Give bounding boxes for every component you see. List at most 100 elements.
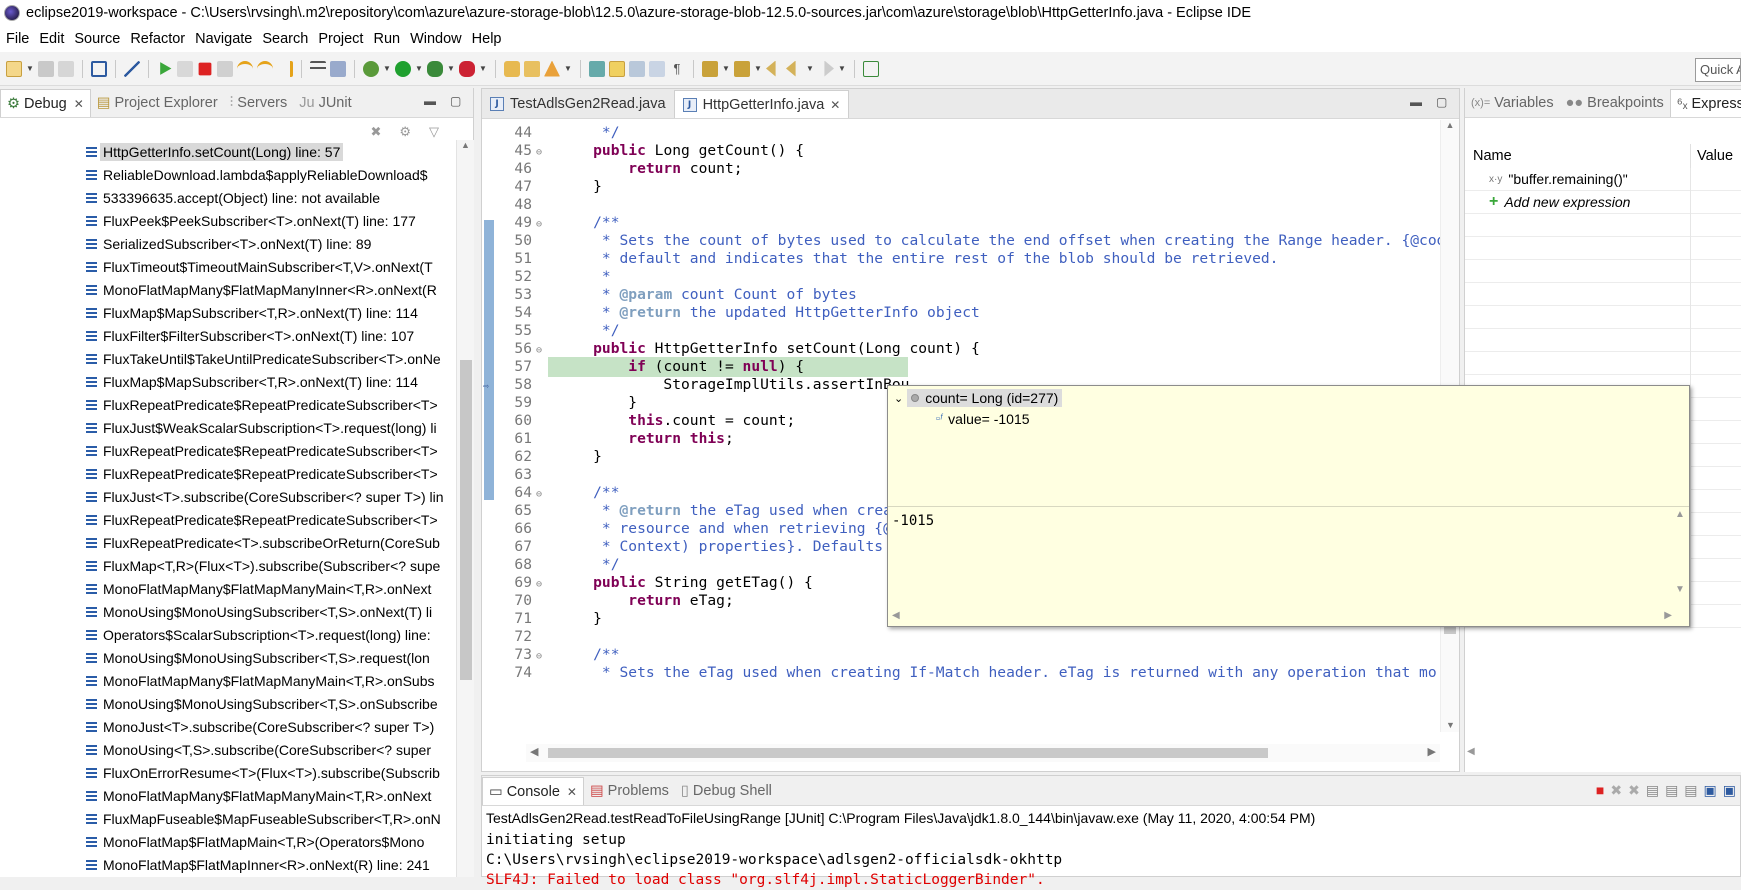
tab-junit[interactable]: Ju JUnit xyxy=(293,89,357,117)
scrollbar-thumb[interactable] xyxy=(460,360,472,680)
stack-frame[interactable]: FluxMap$MapSubscriber<T,R>.onNext(T) lin… xyxy=(0,370,455,393)
drop-to-frame-icon[interactable] xyxy=(330,60,346,77)
code-line[interactable]: 74 * Sets the eTag used when creating If… xyxy=(494,663,1440,683)
coverage-icon[interactable] xyxy=(427,60,443,77)
add-expression-row[interactable]: + Add new expression xyxy=(1465,190,1741,214)
remove-all-terminated-icon[interactable]: ✖ xyxy=(1628,782,1640,799)
code-line[interactable]: 51 * default and indicates that the enti… xyxy=(494,249,1440,269)
scroll-down-icon[interactable]: ▼ xyxy=(1673,584,1687,595)
code-line[interactable]: 56 ⊖ public HttpGetterInfo setCount(Long … xyxy=(494,339,1440,359)
code-line[interactable]: 53 * @param count Count of bytes xyxy=(494,285,1440,305)
code-line[interactable]: 72 xyxy=(494,627,1440,647)
tab-servers[interactable]: ⫶ Servers xyxy=(224,89,294,117)
quick-access-input[interactable]: Quick Access xyxy=(1695,58,1741,82)
menu-refactor[interactable]: Refactor xyxy=(128,31,193,47)
maximize-icon[interactable]: ▢ xyxy=(1436,95,1447,109)
debug-icon[interactable] xyxy=(363,60,379,77)
stack-frame[interactable]: MonoFlatMap$FlatMapInner<R>.onNext(R) li… xyxy=(0,853,455,876)
stack-frame[interactable]: FluxMap$MapSubscriber<T,R>.onNext(T) lin… xyxy=(0,301,455,324)
hover-child-node[interactable]: ▫ᶠ value= -1015 xyxy=(936,411,1030,427)
pin-console-icon[interactable]: ▣ xyxy=(1704,782,1717,799)
menu-search[interactable]: Search xyxy=(260,31,316,47)
clear-console-icon[interactable]: ▤ xyxy=(1646,782,1659,799)
scroll-left-icon[interactable]: ◀ xyxy=(1467,746,1475,757)
menu-run[interactable]: Run xyxy=(371,31,408,47)
menu-navigate[interactable]: Navigate xyxy=(193,31,260,47)
stack-frame[interactable]: MonoFlatMapMany$FlatMapManyMain<T,R>.onS… xyxy=(0,669,455,692)
stack-frame[interactable]: MonoFlatMapMany$FlatMapManyMain<T,R>.onN… xyxy=(0,784,455,807)
code-line[interactable]: 46 return count; xyxy=(494,159,1440,179)
stack-frame[interactable]: MonoUsing$MonoUsingSubscriber<T,S>.onNex… xyxy=(0,600,455,623)
chevron-down-icon[interactable]: ▼ xyxy=(383,64,391,73)
next-annotation-icon[interactable] xyxy=(702,60,718,77)
stack-frame[interactable]: FluxMapFuseable$MapFuseableSubscriber<T,… xyxy=(0,807,455,830)
chevron-down-icon[interactable]: ▼ xyxy=(754,64,762,73)
code-line[interactable]: 50 * Sets the count of bytes used to cal… xyxy=(494,231,1440,251)
scroll-left-icon[interactable]: ◀ xyxy=(530,745,538,758)
scroll-right-icon[interactable]: ▶ xyxy=(1664,610,1672,624)
code-line[interactable]: 73 ⊖ /** xyxy=(494,645,1440,665)
scroll-right-icon[interactable]: ▶ xyxy=(1428,745,1436,758)
step-over-icon[interactable] xyxy=(257,60,273,77)
detail-horizontal-scrollbar[interactable]: ◀ ▶ xyxy=(892,610,1672,624)
stack-frame[interactable]: FluxRepeatPredicate$RepeatPredicateSubsc… xyxy=(0,462,455,485)
search-icon[interactable] xyxy=(544,60,560,77)
scroll-lock-icon[interactable]: ▤ xyxy=(1665,782,1678,799)
stack-frame[interactable]: MonoUsing<T,S>.subscribe(CoreSubscriber<… xyxy=(0,738,455,761)
view-menu-icon[interactable]: ▽ xyxy=(429,124,439,140)
chevron-down-icon[interactable]: ⌄ xyxy=(894,392,903,405)
menu-help[interactable]: Help xyxy=(470,31,510,47)
collapse-icon[interactable]: ⚙ xyxy=(399,124,411,140)
code-line[interactable]: 52 * xyxy=(494,267,1440,287)
code-line[interactable]: 57 if (count != null) { xyxy=(494,357,1440,377)
column-value[interactable]: Value xyxy=(1691,144,1733,168)
suspend-icon[interactable] xyxy=(177,60,193,77)
code-line[interactable]: 54 * @return the updated HttpGetterInfo … xyxy=(494,303,1440,323)
open-folder-icon[interactable] xyxy=(524,60,540,77)
chevron-down-icon[interactable]: ▼ xyxy=(447,64,455,73)
step-into-icon[interactable] xyxy=(237,60,253,77)
tab-expressions[interactable]: ⁶ₓ Expressions xyxy=(1669,89,1741,117)
back-icon[interactable] xyxy=(786,60,796,77)
stack-frame[interactable]: MonoFlatMapMany$FlatMapManyInner<R>.onNe… xyxy=(0,278,455,301)
tab-project-explorer[interactable]: ▤ Project Explorer xyxy=(91,89,224,117)
scroll-left-icon[interactable]: ◀ xyxy=(892,610,900,624)
minimize-icon[interactable]: ▬ xyxy=(1410,95,1422,109)
menu-project[interactable]: Project xyxy=(316,31,371,47)
close-icon[interactable]: ✕ xyxy=(567,785,577,799)
stack-frame[interactable]: FluxJust$WeakScalarSubscription<T>.reque… xyxy=(0,416,455,439)
stack-frame[interactable]: FluxTimeout$TimeoutMainSubscriber<T,V>.o… xyxy=(0,255,455,278)
forward-icon[interactable] xyxy=(824,60,834,77)
detail-vertical-scrollbar[interactable]: ▲ ▼ xyxy=(1673,509,1687,601)
tab-variables[interactable]: (x)= Variables xyxy=(1465,89,1560,117)
code-line[interactable]: 44 */ xyxy=(494,123,1440,143)
chevron-down-icon[interactable]: ▼ xyxy=(722,64,730,73)
tab-httpgetterinfo[interactable]: J HttpGetterInfo.java ✕ xyxy=(673,90,850,118)
scroll-down-icon[interactable]: ▼ xyxy=(1441,720,1460,730)
chevron-down-icon[interactable]: ▼ xyxy=(415,64,423,73)
stack-frame[interactable]: FluxRepeatPredicate$RepeatPredicateSubsc… xyxy=(0,439,455,462)
hover-root-node[interactable]: ⌄ count= Long (id=277) xyxy=(894,388,1063,408)
tab-problems[interactable]: ▤ Problems xyxy=(584,777,675,805)
tab-console[interactable]: ▭ Console ✕ xyxy=(482,777,584,805)
tab-testadlsgen2read[interactable]: J TestAdlsGen2Read.java xyxy=(482,90,674,118)
code-line[interactable]: 48 xyxy=(494,195,1440,215)
hover-detail-pane[interactable]: -1015 ▲ ▼ ◀ ▶ xyxy=(888,506,1689,626)
code-line[interactable]: 45 ⊖ public Long getCount() { xyxy=(494,141,1440,161)
expression-row[interactable]: x·y "buffer.remaining()" xyxy=(1465,167,1741,191)
terminate-icon[interactable] xyxy=(198,62,212,75)
show-whitespace-icon[interactable]: ¶ xyxy=(669,61,685,77)
chevron-down-icon[interactable]: ▼ xyxy=(564,64,572,73)
stack-frame[interactable]: MonoFlatMapMany$FlatMapManyMain<T,R>.onN… xyxy=(0,577,455,600)
resume-icon[interactable] xyxy=(160,62,172,75)
close-icon[interactable]: ✕ xyxy=(830,98,840,112)
terminate-icon[interactable]: ■ xyxy=(1596,782,1604,799)
chevron-down-icon[interactable]: ▼ xyxy=(26,64,34,73)
scroll-up-icon[interactable]: ▲ xyxy=(457,140,474,150)
run-icon[interactable] xyxy=(395,60,411,77)
stack-frame[interactable]: FluxFilter$FilterSubscriber<T>.onNext(T)… xyxy=(0,324,455,347)
save-icon[interactable] xyxy=(38,60,54,77)
console-output[interactable]: initiating setup C:\Users\rvsingh\eclips… xyxy=(486,830,1062,890)
disconnect-icon[interactable] xyxy=(217,60,233,77)
highlight-icon[interactable] xyxy=(609,60,625,77)
